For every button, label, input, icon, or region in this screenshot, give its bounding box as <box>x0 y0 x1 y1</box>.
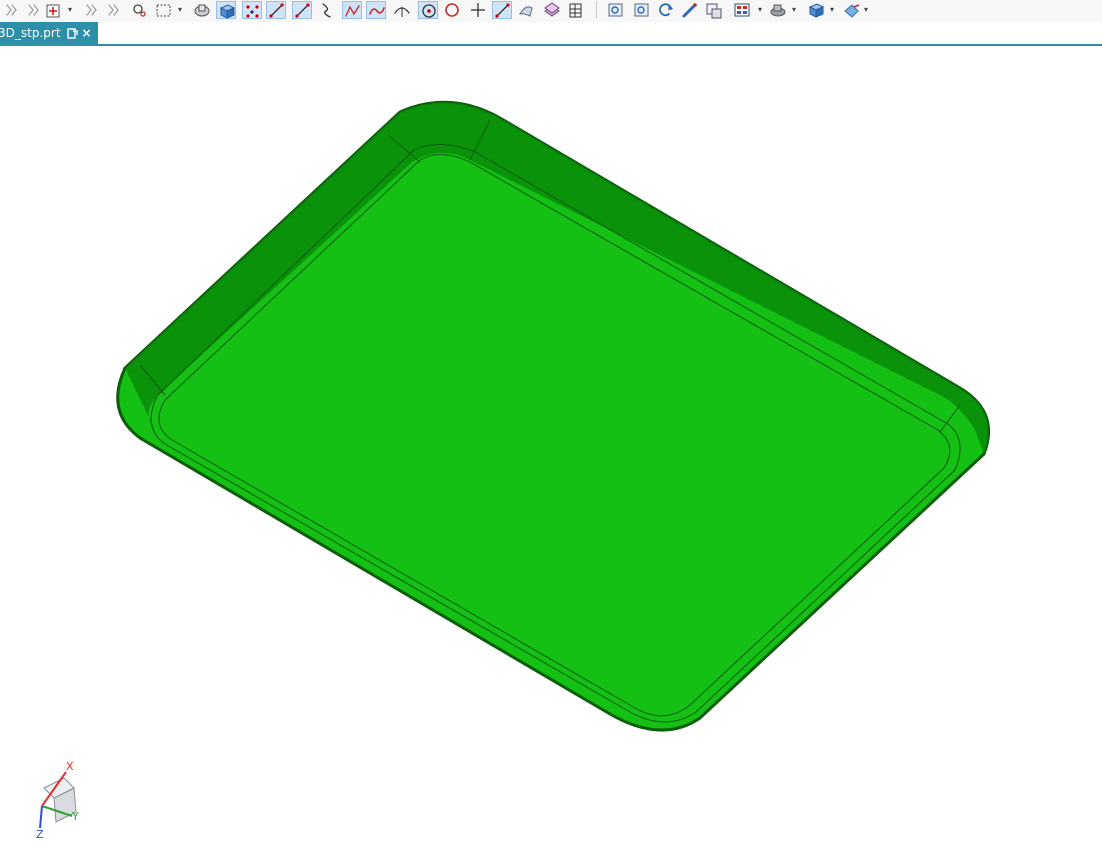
tangent-arc-icon <box>394 7 410 17</box>
snap-curve-button[interactable] <box>24 1 44 19</box>
dropdown-caret-icon[interactable]: ▾ <box>830 2 837 18</box>
circle-icon <box>445 3 459 17</box>
document-tab[interactable]: 3D_stp.prt × <box>0 22 98 44</box>
document-tab-strip: 3D_stp.prt × <box>0 22 1102 46</box>
circle-center-button[interactable] <box>418 1 438 19</box>
document-tab-title: 3D_stp.prt <box>0 26 61 40</box>
render-style-icon <box>770 4 786 17</box>
move-icon <box>86 4 97 16</box>
z-axis-arrow <box>39 805 43 829</box>
view-cube-button[interactable] <box>806 1 826 19</box>
grid-button[interactable] <box>566 1 586 19</box>
axis-triad[interactable]: X Y Z <box>30 758 110 838</box>
toolbar: ▾ ▾ ▾ ▾ ▾ ▾ <box>0 0 1102 23</box>
polyline-icon <box>345 5 360 17</box>
copy-button[interactable] <box>104 1 124 19</box>
surface-icon <box>518 6 533 17</box>
point-set-icon <box>246 5 259 18</box>
pan-button[interactable] <box>680 1 700 19</box>
circle-center-icon <box>422 4 436 18</box>
display-options-icon <box>734 3 750 17</box>
zoom-fit-icon <box>608 3 623 17</box>
line-2pt-icon <box>495 3 510 18</box>
y-axis-label: Y <box>71 810 79 823</box>
box-select-icon <box>156 4 171 17</box>
zoom-window-button[interactable] <box>632 1 652 19</box>
snap-point-button[interactable] <box>2 1 22 19</box>
line-points-icon <box>295 3 310 18</box>
section-button[interactable] <box>842 1 862 19</box>
display-options-button[interactable] <box>732 1 752 19</box>
shaded-cube-icon <box>219 4 236 19</box>
toolbar-separator <box>596 2 597 18</box>
polyline-button[interactable] <box>342 1 362 19</box>
arc-line-button[interactable] <box>318 1 338 19</box>
document-pin-icon[interactable] <box>66 27 78 39</box>
circle-button[interactable] <box>442 1 462 19</box>
zoom-fit-button[interactable] <box>606 1 626 19</box>
layer-icon <box>544 2 560 17</box>
rotate-button[interactable] <box>656 1 676 19</box>
3d-viewport[interactable]: X Y Z <box>0 46 1102 844</box>
box-select-button[interactable] <box>154 1 174 19</box>
point-dropdown-button[interactable] <box>44 1 64 19</box>
dropdown-caret-icon[interactable]: ▾ <box>864 2 871 18</box>
dropdown-caret-icon[interactable]: ▾ <box>792 2 799 18</box>
line-button[interactable] <box>266 1 286 19</box>
select-by-filter-button[interactable] <box>130 1 150 19</box>
grid-icon <box>569 3 582 18</box>
spline-icon <box>369 7 385 15</box>
dropdown-caret-icon[interactable]: ▾ <box>758 2 765 18</box>
snap-point-icon <box>6 4 17 16</box>
section-icon <box>844 4 860 18</box>
arc-line-icon <box>322 3 331 18</box>
surface-button[interactable] <box>516 1 536 19</box>
point-dropdown-icon <box>46 4 60 18</box>
model-canvas[interactable] <box>0 46 1102 844</box>
layer-button[interactable] <box>542 1 562 19</box>
view-orient-icon <box>194 4 210 17</box>
select-by-filter-icon <box>133 4 146 17</box>
measure-button[interactable] <box>704 1 724 19</box>
tangent-arc-button[interactable] <box>392 1 412 19</box>
dropdown-caret-icon[interactable]: ▾ <box>178 2 185 18</box>
cross-point-button[interactable] <box>468 1 488 19</box>
zoom-window-icon <box>634 3 649 17</box>
shaded-cube-button[interactable] <box>216 1 236 19</box>
close-icon[interactable]: × <box>82 22 92 44</box>
x-axis-label: X <box>66 760 74 773</box>
z-axis-label: Z <box>36 828 44 838</box>
spline-button[interactable] <box>366 1 386 19</box>
pan-icon <box>682 3 697 18</box>
cross-point-icon <box>471 3 485 17</box>
render-style-button[interactable] <box>768 1 788 19</box>
tray-model[interactable] <box>115 100 991 732</box>
snap-curve-icon <box>28 4 39 16</box>
line-icon <box>269 3 284 18</box>
measure-icon <box>706 3 722 19</box>
point-set-button[interactable] <box>242 1 262 19</box>
copy-icon <box>108 4 119 16</box>
line-2pt-button[interactable] <box>492 1 512 19</box>
view-cube-icon <box>808 3 825 18</box>
dropdown-caret-icon[interactable]: ▾ <box>68 2 75 18</box>
rotate-icon <box>659 3 673 17</box>
move-button[interactable] <box>82 1 102 19</box>
view-orient-button[interactable] <box>192 1 212 19</box>
line-points-button[interactable] <box>292 1 312 19</box>
